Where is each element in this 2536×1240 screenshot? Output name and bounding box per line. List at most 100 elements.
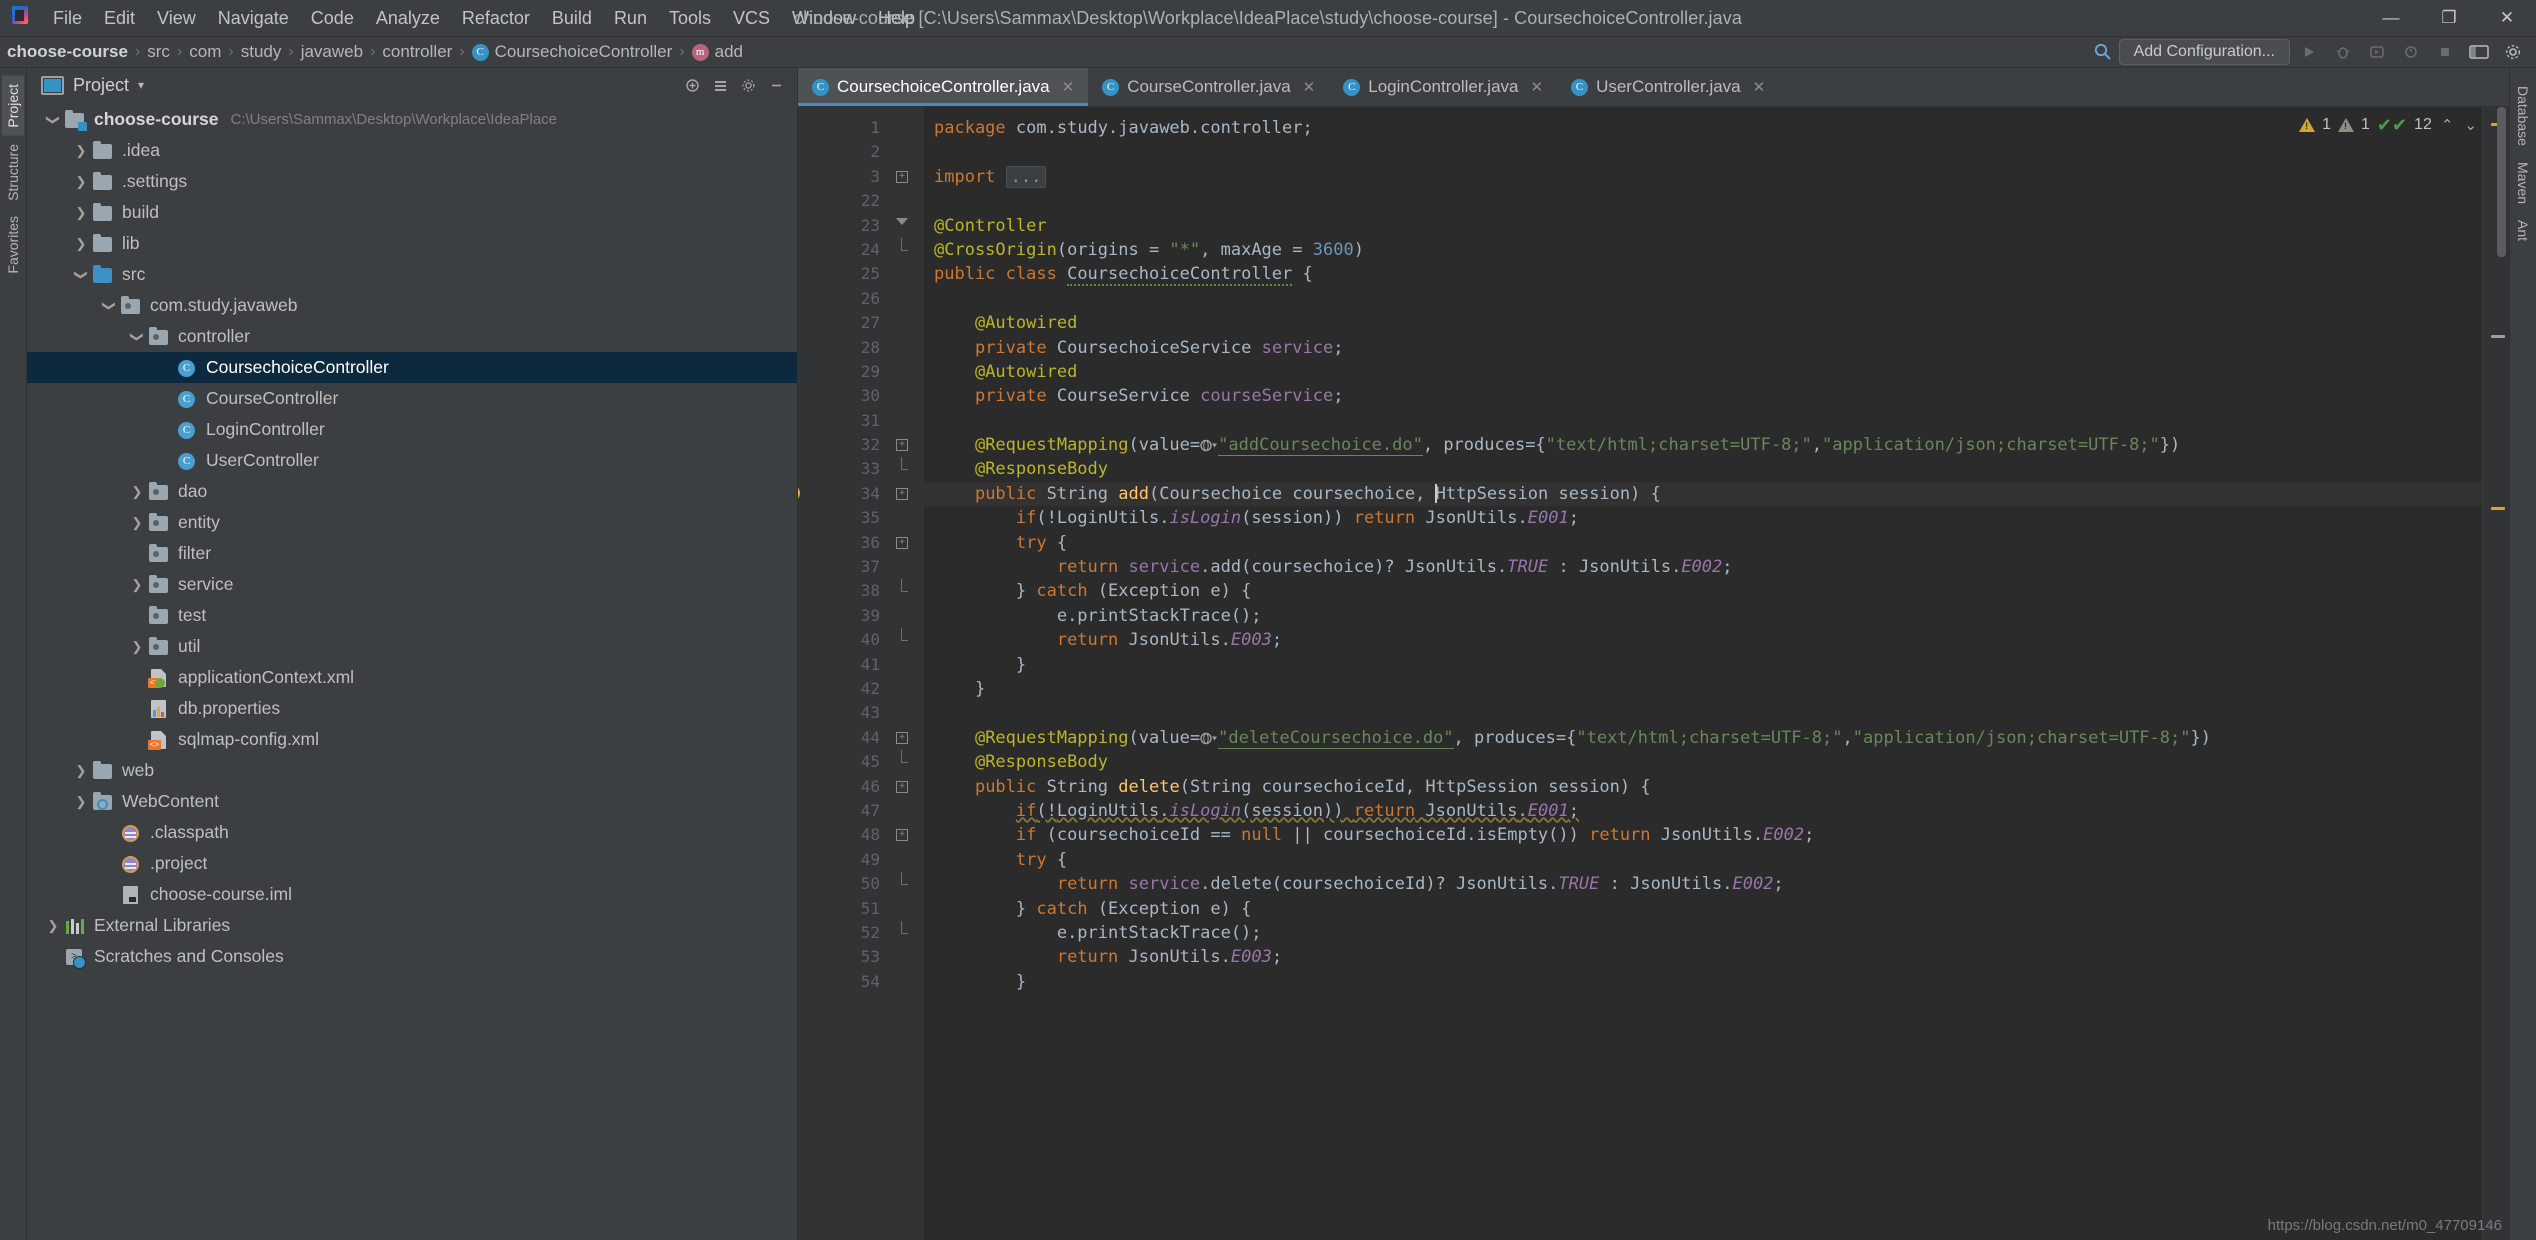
code-line[interactable]: try { <box>924 848 2482 872</box>
tree-node[interactable]: ❯ .idea <box>27 135 797 166</box>
code-line[interactable] <box>924 287 2482 311</box>
fold-marker[interactable] <box>888 653 924 677</box>
fold-marker[interactable] <box>888 945 924 969</box>
menu-run[interactable]: Run <box>603 4 658 32</box>
search-everywhere-icon[interactable] <box>2091 40 2115 64</box>
fold-marker[interactable]: + <box>888 433 924 457</box>
fold-marker[interactable] <box>888 628 924 652</box>
settings-icon[interactable] <box>2498 40 2528 64</box>
code-line[interactable]: } catch (Exception e) { <box>924 897 2482 921</box>
navbar-actions[interactable]: Add Configuration... <box>2091 39 2536 65</box>
tree-node[interactable]: ❯ dao <box>27 476 797 507</box>
chevron-right-icon[interactable]: ❯ <box>45 918 61 934</box>
chevron-right-icon[interactable]: ❯ <box>73 763 89 779</box>
rail-tab-structure[interactable]: Structure <box>2 136 24 209</box>
code-line[interactable]: e.printStackTrace(); <box>924 604 2482 628</box>
code-line[interactable]: } catch (Exception e) { <box>924 579 2482 603</box>
left-tool-rail[interactable]: Project Structure Favorites <box>0 68 27 1240</box>
menu-window[interactable]: Window <box>781 4 867 32</box>
fold-marker[interactable]: + <box>888 823 924 847</box>
code-line[interactable]: public class CoursechoiceController { <box>924 262 2482 287</box>
close-icon[interactable]: ✕ <box>1531 78 1544 96</box>
chevron-down-icon[interactable]: ❯ <box>73 267 89 283</box>
menu-tools[interactable]: Tools <box>658 4 722 32</box>
code-line[interactable]: private CourseService courseService; <box>924 384 2482 408</box>
breadcrumb-item-controller[interactable]: controller <box>377 41 457 63</box>
fold-marker[interactable] <box>888 116 924 140</box>
code-line[interactable] <box>924 701 2482 725</box>
chevron-right-icon[interactable]: ❯ <box>73 143 89 159</box>
tree-node[interactable]: ❯ External Libraries <box>27 910 797 941</box>
rail-tab-maven[interactable]: Maven <box>2512 154 2534 212</box>
code-line[interactable]: public String add(Coursechoice coursecho… <box>924 481 2482 507</box>
editor-tabs[interactable]: C CoursechoiceController.java ✕ C Course… <box>798 68 2509 107</box>
fold-marker[interactable] <box>888 677 924 701</box>
fold-marker[interactable] <box>888 506 924 530</box>
close-icon[interactable]: ✕ <box>1062 78 1075 96</box>
right-tool-rail[interactable]: Database Maven Ant <box>2509 68 2536 1240</box>
fold-marker[interactable] <box>888 872 924 896</box>
tree-node[interactable]: ❯ WebContent <box>27 786 797 817</box>
chevron-down-icon[interactable]: ▾ <box>138 78 144 92</box>
chevron-down-icon[interactable]: ❯ <box>45 112 61 128</box>
code-folding-gutter[interactable]: + + + + + + + <box>888 107 924 1240</box>
tree-node[interactable]: ❯ service <box>27 569 797 600</box>
tree-node[interactable]: <> sqlmap-config.xml <box>27 724 797 755</box>
tab-coursecontroller[interactable]: C CourseController.java ✕ <box>1088 68 1329 106</box>
minimize-button[interactable]: — <box>2362 0 2420 36</box>
project-panel-toolbar[interactable] <box>679 72 797 98</box>
add-configuration-button[interactable]: Add Configuration... <box>2118 39 2290 65</box>
chevron-right-icon[interactable]: ❯ <box>129 484 145 500</box>
close-icon[interactable]: ✕ <box>1753 78 1766 96</box>
tree-node[interactable]: ❯ src <box>27 259 797 290</box>
fold-marker[interactable] <box>888 604 924 628</box>
menu-edit[interactable]: Edit <box>93 4 146 32</box>
chevron-down-icon[interactable]: ❯ <box>129 329 145 345</box>
fold-marker[interactable]: + <box>888 531 924 555</box>
tree-node[interactable]: ❯ util <box>27 631 797 662</box>
tree-node[interactable]: ❯ entity <box>27 507 797 538</box>
fold-marker[interactable]: + <box>888 165 924 189</box>
tree-node[interactable]: ❯ lib <box>27 228 797 259</box>
fold-marker[interactable] <box>888 897 924 921</box>
code-line[interactable]: if(!LoginUtils.isLogin(session)) return … <box>924 799 2482 823</box>
tree-node[interactable]: C LoginController <box>27 414 797 445</box>
menu-refactor[interactable]: Refactor <box>451 4 541 32</box>
window-controls[interactable]: — ❐ ✕ <box>2362 0 2536 36</box>
code-line[interactable]: public String delete(String coursechoice… <box>924 775 2482 799</box>
code-line[interactable]: @Controller <box>924 214 2482 238</box>
code-line[interactable]: @ResponseBody <box>924 750 2482 774</box>
expand-all-icon[interactable] <box>679 72 705 98</box>
tree-node[interactable]: ❯ choose-course C:\Users\Sammax\Desktop\Wo… <box>27 104 797 135</box>
layout-icon[interactable] <box>2464 40 2494 64</box>
breadcrumb-item-method[interactable]: m add <box>687 41 748 63</box>
code-line[interactable]: e.printStackTrace(); <box>924 921 2482 945</box>
web-mapping-icon[interactable] <box>1200 435 1218 455</box>
fold-marker[interactable] <box>888 799 924 823</box>
tab-logincontroller[interactable]: C LoginController.java ✕ <box>1329 68 1557 106</box>
stop-icon[interactable] <box>2430 40 2460 64</box>
project-tree[interactable]: ❯ choose-course C:\Users\Sammax\Desktop\Wo… <box>27 102 797 1240</box>
menu-vcs[interactable]: VCS <box>722 4 781 32</box>
tree-node[interactable]: choose-course.iml <box>27 879 797 910</box>
intention-bulb-icon[interactable] <box>798 484 800 501</box>
code-line[interactable]: @ResponseBody <box>924 457 2482 481</box>
chevron-right-icon[interactable]: ❯ <box>129 639 145 655</box>
menu-file[interactable]: File <box>42 4 93 32</box>
code-line[interactable]: } <box>924 653 2482 677</box>
breadcrumb-item-src[interactable]: src <box>142 41 175 63</box>
close-button[interactable]: ✕ <box>2478 0 2536 36</box>
debug-icon[interactable] <box>2328 40 2358 64</box>
breadcrumb-item-project[interactable]: choose-course <box>2 41 133 63</box>
code-line[interactable]: @RequestMapping(value= "addCoursechoice.d… <box>924 433 2482 457</box>
menu-navigate[interactable]: Navigate <box>207 4 300 32</box>
tree-node[interactable]: ❯ controller <box>27 321 797 352</box>
chevron-right-icon[interactable]: ❯ <box>73 236 89 252</box>
inspection-scrollbar[interactable] <box>2482 107 2509 1240</box>
fold-marker[interactable] <box>888 750 924 774</box>
previous-problem-icon[interactable]: ⌃ <box>2439 116 2456 134</box>
fold-marker[interactable] <box>888 262 924 286</box>
profile-icon[interactable] <box>2396 40 2426 64</box>
code-editor[interactable]: 1 2 3 22 23 24 25 26 27 28 29 30 31 32 33 34 35 36 37 38 39 4… <box>798 107 2509 1240</box>
breadcrumb-item-javaweb[interactable]: javaweb <box>296 41 368 63</box>
